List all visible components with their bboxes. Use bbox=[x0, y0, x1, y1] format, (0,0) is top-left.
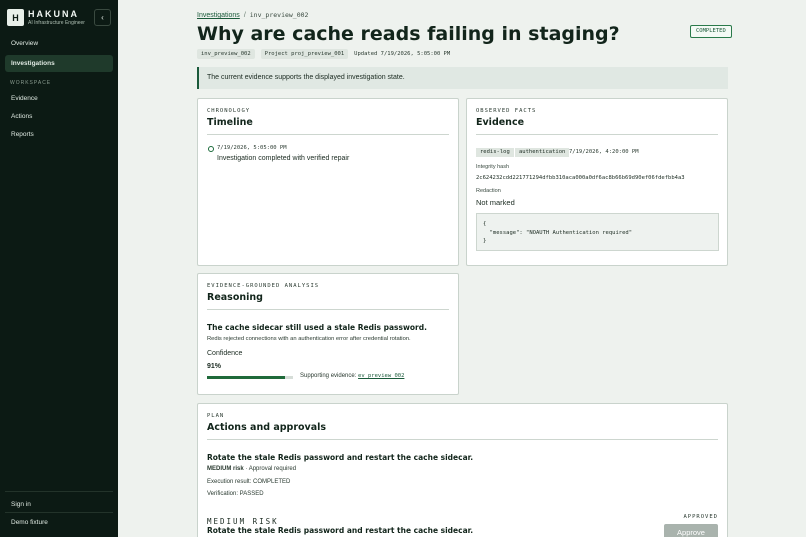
sidebar-divider bbox=[5, 512, 113, 513]
divider bbox=[207, 309, 449, 310]
confidence-bar-fill bbox=[207, 376, 286, 379]
evidence-card: OBSERVED FACTS Evidence redis-log authen… bbox=[466, 98, 728, 266]
chevron-left-icon: ‹ bbox=[101, 13, 104, 22]
brand-subtitle: AI Infrastructure Engineer bbox=[28, 20, 85, 26]
updated-timestamp: Updated 7/19/2026, 5:05:00 PM bbox=[354, 51, 451, 57]
sidebar-item-reports[interactable]: Reports bbox=[5, 126, 113, 143]
sign-in-link[interactable]: Sign in bbox=[5, 496, 113, 513]
integrity-hash-value: 2c624232cdd221771294dfbb310aca000a0df6ac… bbox=[476, 175, 685, 181]
redaction-label: Redaction bbox=[476, 188, 501, 194]
evidence-kind-chip: authentication bbox=[515, 148, 570, 157]
action-risk-level: MEDIUM risk bbox=[207, 466, 244, 472]
evidence-time: 7/19/2026, 4:20:00 PM bbox=[569, 149, 639, 155]
redaction-value: Not marked bbox=[476, 198, 515, 207]
approval-title: Rotate the stale Redis password and rest… bbox=[207, 526, 474, 535]
status-badge: COMPLETED bbox=[690, 25, 732, 38]
confidence-value: 91% bbox=[207, 363, 222, 370]
actions-card: PLAN Actions and approvals Rotate the st… bbox=[197, 403, 728, 537]
timeline-title: Timeline bbox=[207, 117, 253, 128]
evidence-json-block: { "message": "NOAUTH Authentication requ… bbox=[476, 213, 719, 251]
sidebar-section-label: WORKSPACE bbox=[10, 80, 52, 86]
actions-title: Actions and approvals bbox=[207, 422, 327, 433]
reasoning-detail: Redis rejected connections with an authe… bbox=[207, 336, 411, 342]
sidebar-item-overview[interactable]: Overview bbox=[5, 35, 113, 52]
collapse-sidebar-button[interactable]: ‹ bbox=[94, 9, 111, 26]
meta-row: inv_preview_002 Project proj_preview_001… bbox=[197, 49, 450, 59]
evidence-eyebrow: OBSERVED FACTS bbox=[476, 108, 537, 114]
timeline-event-text: Investigation completed with verified re… bbox=[217, 155, 350, 162]
breadcrumb: Investigations / inv_preview_002 bbox=[197, 11, 308, 19]
timeline-card: CHRONOLOGY Timeline 7/19/2026, 5:05:00 P… bbox=[197, 98, 459, 266]
divider bbox=[476, 134, 718, 135]
page-title: Why are cache reads failing in staging? bbox=[197, 23, 620, 45]
breadcrumb-investigations-link[interactable]: Investigations bbox=[197, 12, 240, 19]
actions-eyebrow: PLAN bbox=[207, 413, 225, 419]
action-approval-note: · Approval required bbox=[243, 466, 297, 472]
breadcrumb-separator: / bbox=[243, 12, 246, 19]
supporting-evidence-link[interactable]: ev_preview_002 bbox=[358, 373, 404, 379]
brand-logo[interactable]: H HAKUNA AI Infrastructure Engineer bbox=[7, 9, 85, 26]
confidence-label: Confidence bbox=[207, 350, 243, 357]
timeline-dot-icon bbox=[208, 146, 214, 152]
action-title: Rotate the stale Redis password and rest… bbox=[207, 453, 474, 462]
evidence-source-chip: redis-log bbox=[476, 148, 514, 157]
brand-mark-icon: H bbox=[7, 9, 24, 26]
reasoning-eyebrow: EVIDENCE-GROUNDED ANALYSIS bbox=[207, 283, 320, 289]
supporting-evidence: Supporting evidence: ev_preview_002 bbox=[300, 373, 404, 379]
reasoning-headline: The cache sidecar still used a stale Red… bbox=[207, 323, 427, 332]
sidebar-item-investigations[interactable]: Investigations bbox=[5, 55, 113, 72]
timeline-event-time: 7/19/2026, 5:05:00 PM bbox=[217, 145, 287, 151]
timeline-eyebrow: CHRONOLOGY bbox=[207, 108, 251, 114]
divider bbox=[207, 134, 449, 135]
demo-fixture-label: Demo fixture bbox=[11, 519, 48, 526]
investigation-id-chip: inv_preview_002 bbox=[197, 49, 255, 59]
approval-risk: MEDIUM RISK bbox=[207, 517, 279, 526]
approval-status: APPROVED bbox=[683, 514, 718, 520]
sidebar-item-actions[interactable]: Actions bbox=[5, 108, 113, 125]
state-banner: The current evidence supports the displa… bbox=[197, 67, 728, 89]
confidence-bar bbox=[207, 376, 293, 379]
integrity-hash-label: Integrity hash bbox=[476, 164, 510, 170]
sidebar-item-evidence[interactable]: Evidence bbox=[5, 90, 113, 107]
project-chip: Project proj_preview_001 bbox=[260, 49, 349, 59]
action-risk: MEDIUM risk · Approval required bbox=[207, 466, 296, 472]
divider bbox=[207, 439, 718, 440]
approve-button[interactable]: Approve bbox=[664, 524, 718, 537]
sidebar-divider bbox=[5, 491, 113, 492]
action-execution-result: Execution result: COMPLETED bbox=[207, 479, 291, 485]
breadcrumb-current: inv_preview_002 bbox=[249, 11, 309, 19]
reasoning-card: EVIDENCE-GROUNDED ANALYSIS Reasoning The… bbox=[197, 273, 459, 395]
evidence-title: Evidence bbox=[476, 117, 525, 128]
brand-name: HAKUNA bbox=[28, 9, 79, 19]
reasoning-title: Reasoning bbox=[207, 292, 263, 303]
supporting-evidence-label: Supporting evidence: bbox=[300, 373, 357, 379]
action-verification: Verification: PASSED bbox=[207, 491, 264, 497]
sidebar: H HAKUNA AI Infrastructure Engineer ‹ Ov… bbox=[0, 0, 118, 537]
